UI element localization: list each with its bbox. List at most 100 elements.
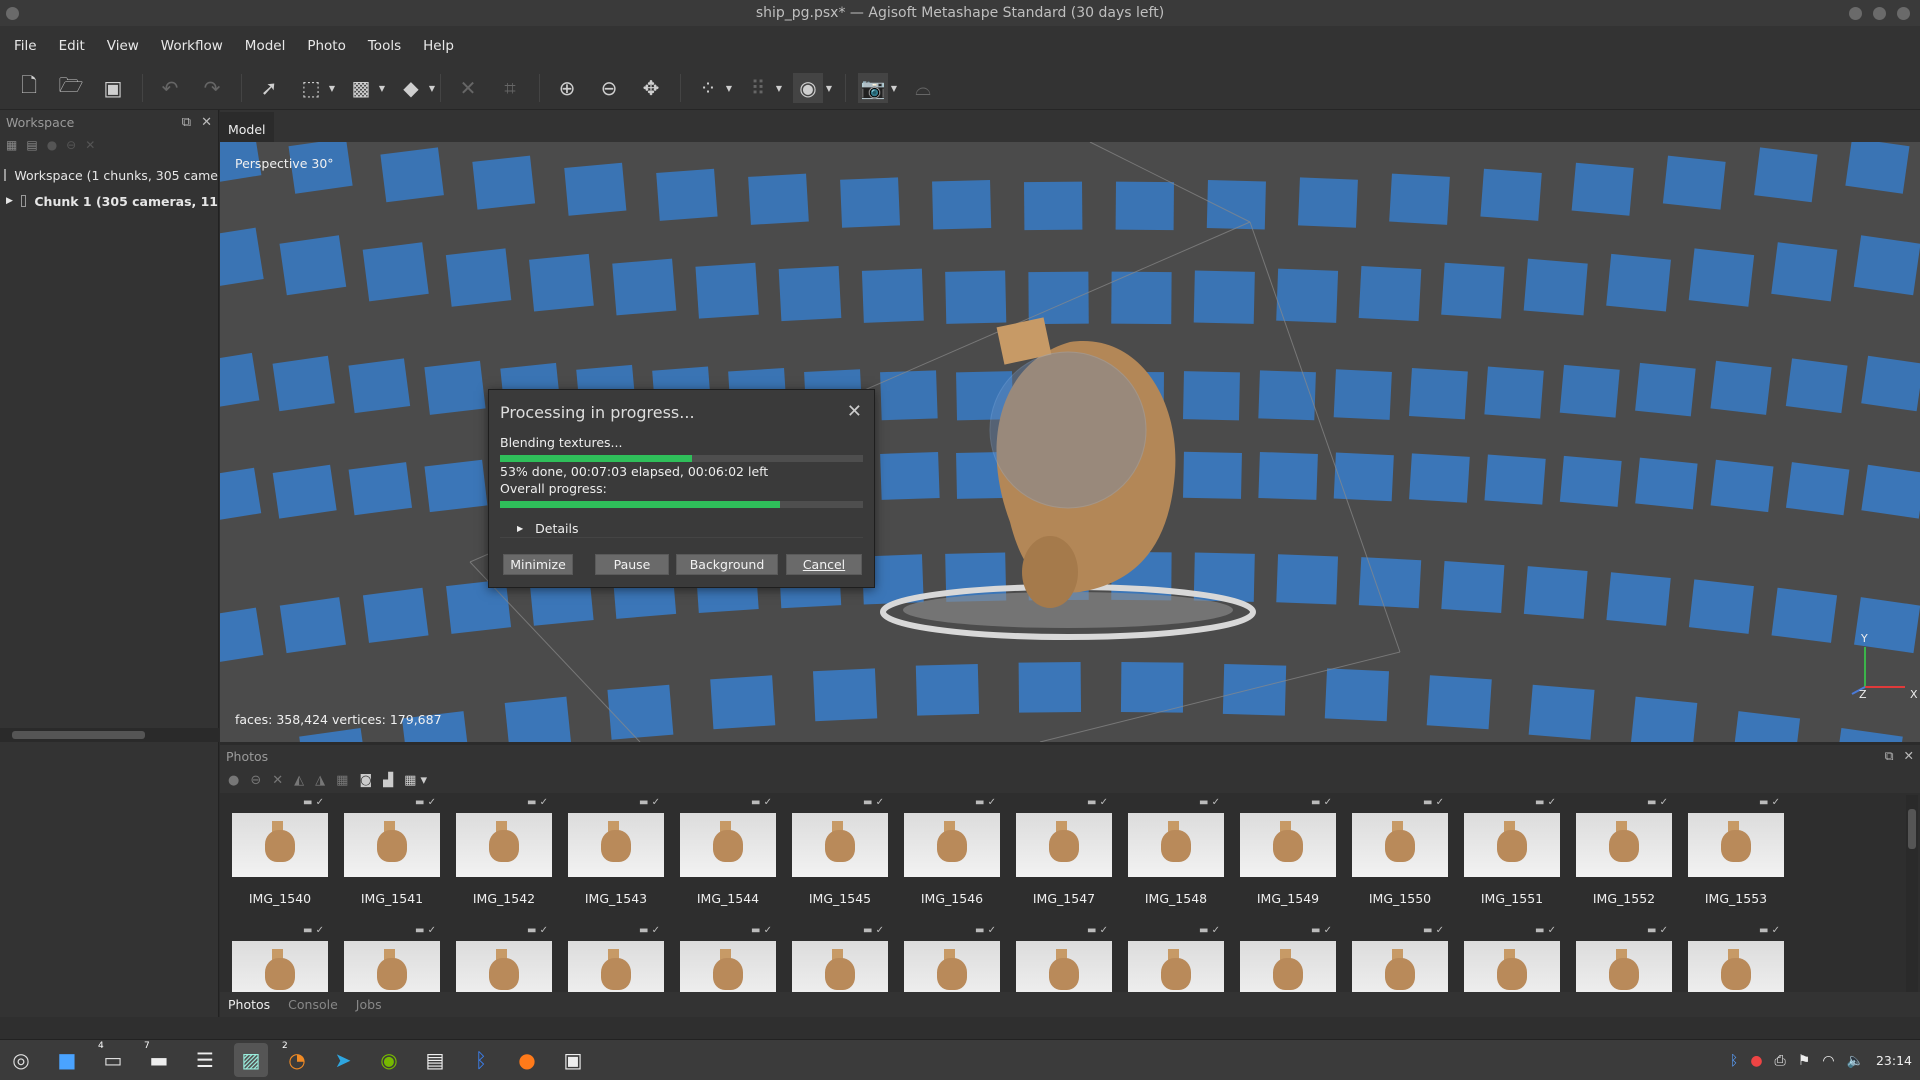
clock[interactable]: 23:14 (1876, 1053, 1912, 1068)
photo-thumbnail[interactable]: ▬ ✓ IMG_1544 (680, 797, 776, 906)
reset-view-icon[interactable]: ✥ (636, 73, 666, 103)
terminal-icon[interactable]: ▭ 4 (96, 1041, 130, 1077)
new-file-icon[interactable]: 🗋 (14, 73, 44, 103)
undo-icon[interactable]: ↶ (155, 73, 185, 103)
images-icon[interactable]: ▟ (383, 773, 393, 788)
photo-thumbnail[interactable]: ▬ ✓ (680, 925, 776, 993)
remove-icon[interactable]: ✕ (272, 773, 283, 788)
photo-thumbnail[interactable]: ▬ ✓ (456, 925, 552, 993)
photo-thumbnail[interactable]: ▬ ✓ IMG_1542 (456, 797, 552, 906)
save-icon[interactable]: ▣ (98, 73, 128, 103)
add-chunk-icon[interactable]: ▦ (6, 138, 17, 152)
photo-thumbnail[interactable]: ▬ ✓ (1688, 925, 1784, 993)
redo-icon[interactable]: ↷ (197, 73, 227, 103)
photo-thumbnail[interactable]: ▬ ✓ (792, 925, 888, 993)
photo-thumbnail[interactable]: ▬ ✓ (1464, 925, 1560, 993)
scrollbar-thumb[interactable] (12, 731, 145, 739)
scrollbar-thumb[interactable] (1908, 809, 1916, 849)
cancel-button[interactable]: Cancel (786, 554, 862, 575)
photo-thumbnail[interactable]: ▬ ✓ (232, 925, 328, 993)
tree-item-chunk[interactable]: ▶ Chunk 1 (305 cameras, 11 (0, 188, 218, 214)
menu-model[interactable]: Model (245, 38, 286, 54)
enable-icon[interactable]: ● (47, 138, 57, 152)
photo-thumbnail[interactable]: ▬ ✓ IMG_1546 (904, 797, 1000, 906)
wifi-tray-icon[interactable]: ◠ (1822, 1053, 1834, 1069)
disable-icon[interactable]: ⊖ (66, 138, 76, 152)
details-toggle[interactable]: ▶ Details (500, 520, 863, 538)
expand-arrow-icon[interactable]: ▶ (6, 196, 13, 206)
bluetooth-icon[interactable]: ᛒ (464, 1043, 498, 1077)
show-points-icon[interactable]: ⁘ ▼ (693, 73, 732, 103)
firefox-icon[interactable]: ● (510, 1043, 544, 1077)
photo-thumbnail[interactable]: ▬ ✓ (1352, 925, 1448, 993)
photo-thumbnail[interactable]: ▬ ✓ IMG_1551 (1464, 797, 1560, 906)
float-panel-icon[interactable]: ⧉ (1885, 748, 1894, 764)
photo-thumbnail[interactable]: ▬ ✓ (904, 925, 1000, 993)
tab-photos[interactable]: Photos (228, 997, 270, 1012)
bluetooth-tray-icon[interactable]: ᛒ (1730, 1053, 1738, 1069)
photo-thumbnail[interactable]: ▬ ✓ (1128, 925, 1224, 993)
menu-edit[interactable]: Edit (59, 38, 85, 54)
photo-thumbnail[interactable]: ▬ ✓ IMG_1545 (792, 797, 888, 906)
zoom-out-icon[interactable]: ⊖ (594, 73, 624, 103)
photo-thumbnail[interactable]: ▬ ✓ (344, 925, 440, 993)
background-button[interactable]: Background (676, 554, 778, 575)
photo-thumbnail[interactable]: ▬ ✓ IMG_1540 (232, 797, 328, 906)
tab-jobs[interactable]: Jobs (356, 997, 382, 1012)
photo-thumbnail[interactable]: ▬ ✓ IMG_1543 (568, 797, 664, 906)
minimize-window-icon[interactable] (1849, 7, 1862, 20)
settings-icon[interactable]: ☰ (188, 1043, 222, 1077)
disable-icon[interactable]: ⊖ (250, 773, 261, 788)
zoom-in-icon[interactable]: ⊕ (552, 73, 582, 103)
keyboard-layout-flag-icon[interactable]: ⚑ (1798, 1053, 1811, 1069)
tab-model[interactable]: Model (220, 112, 274, 142)
rectangle-selection-icon[interactable]: ⬚ ▼ (296, 73, 335, 103)
close-window-icon[interactable] (1897, 7, 1910, 20)
photo-thumbnail[interactable]: ▬ ✓ (1576, 925, 1672, 993)
photo-thumbnail[interactable]: ▬ ✓ (1016, 925, 1112, 993)
mask-icon[interactable]: ◙ (359, 773, 372, 788)
photo-thumbnail[interactable]: ▬ ✓ IMG_1552 (1576, 797, 1672, 906)
capture-view-icon[interactable]: 📷 ▼ (858, 72, 897, 103)
pause-button[interactable]: Pause (595, 554, 669, 575)
photo-thumbnail[interactable]: ▬ ✓ (1240, 925, 1336, 993)
rotate-right-icon[interactable]: ◮ (315, 773, 325, 788)
add-photos-icon[interactable]: ▤ (26, 138, 37, 152)
photo-thumbnail[interactable]: ▬ ✓ IMG_1541 (344, 797, 440, 906)
view-mode-icon[interactable]: ▦ ▾ (404, 773, 427, 788)
menu-view[interactable]: View (107, 38, 139, 54)
select-arrow-icon[interactable]: ➚ (254, 73, 284, 103)
app-menu-icon[interactable]: ◎ (4, 1043, 38, 1077)
show-dense-cloud-icon[interactable]: ⠿ ▼ (743, 73, 782, 103)
crop-icon[interactable]: ⌗ (495, 73, 525, 103)
tab-console[interactable]: Console (288, 997, 338, 1012)
remove-icon[interactable]: ✕ (85, 138, 95, 152)
printer-tray-icon[interactable]: ⎙ (1775, 1053, 1786, 1069)
file-manager-icon[interactable]: ■ (50, 1043, 84, 1077)
files-icon[interactable]: ▬ 7 (142, 1041, 176, 1077)
photo-thumbnail[interactable]: ▬ ✓ IMG_1550 (1352, 797, 1448, 906)
menu-photo[interactable]: Photo (307, 38, 346, 54)
show-cameras-icon[interactable]: ⌓ (908, 73, 938, 103)
close-icon[interactable]: ✕ (847, 401, 862, 422)
menu-file[interactable]: File (14, 38, 37, 54)
enable-icon[interactable]: ● (228, 773, 239, 788)
blender-icon[interactable]: ◔ 2 (280, 1041, 314, 1077)
menu-tools[interactable]: Tools (368, 38, 401, 54)
photo-thumbnail[interactable]: ▬ ✓ IMG_1549 (1240, 797, 1336, 906)
model-viewport[interactable]: Y Z X Perspective 30° faces: 358,424 verti… (220, 142, 1920, 742)
shading-icon[interactable]: ◉ ▼ (793, 72, 832, 103)
resize-region-icon[interactable]: ◆ ▼ (396, 73, 435, 103)
minimize-button[interactable]: Minimize (503, 554, 573, 575)
photo-thumbnail[interactable]: ▬ ✓ IMG_1547 (1016, 797, 1112, 906)
photo-thumbnail[interactable]: ▬ ✓ IMG_1548 (1128, 797, 1224, 906)
photo-thumbnail[interactable]: ▬ ✓ (568, 925, 664, 993)
update-tray-icon[interactable]: ● (1750, 1053, 1762, 1069)
float-panel-icon[interactable]: ⧉ (182, 115, 191, 130)
telegram-icon[interactable]: ➤ (326, 1043, 360, 1077)
open-folder-icon[interactable]: 🗁 (56, 73, 86, 103)
document-icon[interactable]: ▤ (418, 1043, 452, 1077)
rotate-left-icon[interactable]: ◭ (294, 773, 304, 788)
menu-help[interactable]: Help (423, 38, 454, 54)
close-panel-icon[interactable]: ✕ (1904, 748, 1914, 764)
